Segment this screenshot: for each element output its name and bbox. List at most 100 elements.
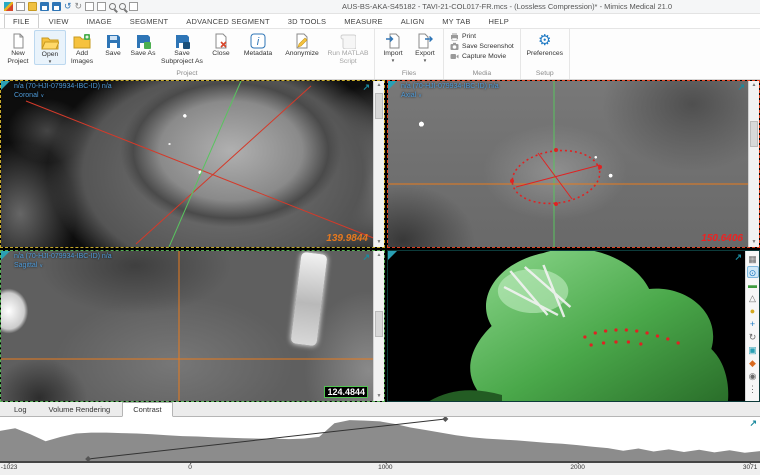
- export-dropdown-icon[interactable]: ▼: [423, 58, 427, 63]
- save-button[interactable]: Save: [98, 30, 128, 58]
- tab-measure[interactable]: MEASURE: [336, 15, 391, 28]
- add-images-label: Add Images: [70, 50, 94, 65]
- open-dropdown-icon[interactable]: ▼: [48, 59, 52, 64]
- ribbon-group-label-project: Project: [176, 70, 198, 77]
- zoom-in-icon[interactable]: [109, 3, 117, 10]
- quick-access-toolbar: ↺ ↻: [4, 2, 139, 11]
- viewport-fold-icon[interactable]: [1, 251, 10, 260]
- point-marker-icon[interactable]: ◆: [747, 357, 759, 369]
- coronal-orientation-select[interactable]: Coronal ∨: [14, 92, 112, 101]
- metadata-button[interactable]: i Metadata: [236, 30, 280, 58]
- cube-view-icon[interactable]: ▣: [747, 344, 759, 356]
- axial-orientation-select[interactable]: Axial ∨: [401, 92, 499, 101]
- add-images-button[interactable]: Add Images: [66, 30, 98, 65]
- contrast-axis: -1023 0 1000 2000 3071: [0, 461, 760, 475]
- axial-scroll-thumb[interactable]: [750, 121, 758, 147]
- tab-volume-rendering[interactable]: Volume Rendering: [39, 403, 121, 416]
- rotate-icon[interactable]: ↻: [747, 331, 759, 343]
- run-matlab-script-button[interactable]: Run MATLAB Script: [324, 30, 372, 65]
- coronal-scroll-thumb[interactable]: [375, 93, 383, 119]
- anonymize-button[interactable]: Anonymize: [280, 30, 324, 58]
- scroll-up-icon[interactable]: ▲: [374, 81, 384, 90]
- preferences-button[interactable]: ⚙ Preferences: [523, 30, 567, 58]
- sagittal-scroll-thumb[interactable]: [375, 311, 383, 337]
- export-button[interactable]: Export ▼: [409, 30, 441, 63]
- coronal-scrollbar[interactable]: ▲ ▼: [373, 81, 384, 247]
- tab-view[interactable]: VIEW: [41, 15, 77, 28]
- new-document-icon[interactable]: [16, 2, 25, 11]
- axial-expand-icon[interactable]: ↗: [737, 83, 745, 92]
- axis-tick: 2000: [570, 461, 585, 471]
- scroll-up-icon[interactable]: ▲: [749, 81, 759, 90]
- 3d-expand-icon[interactable]: ↗: [734, 253, 742, 262]
- viewport-fold-icon[interactable]: [388, 251, 397, 260]
- tab-advanced-segment[interactable]: ADVANCED SEGMENT: [178, 15, 278, 28]
- open-folder-icon[interactable]: [28, 2, 37, 11]
- zoom-out-icon[interactable]: [119, 3, 127, 10]
- save-screenshot-icon: [450, 42, 459, 51]
- close-button[interactable]: Close: [206, 30, 236, 58]
- tab-3d-tools[interactable]: 3D TOOLS: [280, 15, 334, 28]
- import-button[interactable]: Import ▼: [377, 30, 409, 63]
- sagittal-orientation-select[interactable]: Sagittal ∨: [14, 262, 112, 271]
- visibility-icon[interactable]: ◉: [747, 370, 759, 382]
- viewport-sagittal[interactable]: n/a (70-HJI-079934-IBC-ID) n/a Sagittal …: [0, 250, 385, 402]
- layout-grid-icon[interactable]: ▦: [747, 253, 759, 265]
- paste-icon[interactable]: [97, 2, 107, 11]
- save-as-button[interactable]: Save As: [128, 30, 158, 58]
- tab-segment[interactable]: SEGMENT: [122, 15, 177, 28]
- sphere-marker-icon[interactable]: ●: [747, 305, 759, 317]
- scroll-down-icon[interactable]: ▼: [374, 238, 384, 247]
- coronal-expand-icon[interactable]: ↗: [362, 83, 370, 92]
- ribbon-group-label-setup: Setup: [535, 70, 554, 77]
- viewport-fold-icon[interactable]: [1, 81, 10, 90]
- tab-align[interactable]: ALIGN: [393, 15, 433, 28]
- tab-help[interactable]: HELP: [481, 15, 517, 28]
- viewport-fold-icon[interactable]: [388, 81, 397, 90]
- viewport-3d[interactable]: ↗ ▦ ⊙ ▬ △ ● + ↻ ▣ ◆ ◉ ⋮: [387, 250, 760, 402]
- scroll-down-icon[interactable]: ▼: [374, 392, 384, 401]
- save-icon[interactable]: [40, 2, 49, 11]
- copy-icon[interactable]: [85, 2, 95, 11]
- metadata-label: Metadata: [243, 50, 273, 57]
- contrast-handle-high[interactable]: [442, 417, 449, 422]
- sagittal-header: n/a (70-HJI-079934-IBC-ID) n/a Sagittal …: [14, 253, 112, 270]
- mesh-triangle-icon[interactable]: △: [747, 292, 759, 304]
- redo-icon[interactable]: ↻: [75, 2, 83, 11]
- viewport-axial[interactable]: n/a (70-HJI-079934-IBC-ID) n/a Axial ∨ 1…: [387, 80, 760, 248]
- zoom-icon[interactable]: ⊙: [746, 266, 759, 278]
- axial-scrollbar[interactable]: ▲ ▼: [748, 81, 759, 247]
- tab-log[interactable]: Log: [4, 403, 37, 416]
- undo-icon[interactable]: ↺: [64, 2, 72, 11]
- contrast-panel[interactable]: ↗: [0, 417, 760, 461]
- run-matlab-script-label: Run MATLAB Script: [327, 50, 369, 65]
- coronal-header: n/a (70-HJI-079934-IBC-ID) n/a Coronal ∨: [14, 83, 112, 100]
- save-all-icon[interactable]: [52, 2, 61, 11]
- new-project-button[interactable]: New Project: [2, 30, 34, 65]
- clip-plane-icon[interactable]: ▬: [747, 279, 759, 291]
- more-icon[interactable]: ⋮: [747, 383, 759, 395]
- scroll-down-icon[interactable]: ▼: [749, 238, 759, 247]
- capture-movie-button[interactable]: Capture Movie: [450, 52, 506, 61]
- print-button[interactable]: Print: [450, 32, 476, 41]
- sagittal-expand-icon[interactable]: ↗: [362, 253, 370, 262]
- save-subproject-as-icon: [175, 32, 190, 50]
- pan-icon[interactable]: +: [747, 318, 759, 330]
- save-screenshot-label: Save Screenshot: [462, 43, 514, 50]
- save-subproject-as-button[interactable]: Save Subproject As: [158, 30, 206, 65]
- contrast-expand-icon[interactable]: ↗: [749, 419, 757, 428]
- new-project-label: New Project: [7, 50, 29, 65]
- tab-my-tab[interactable]: MY TAB: [434, 15, 478, 28]
- mimics-window: ↺ ↻ AUS-BS-AKA-S45182 - TAVI-21-COL017-F…: [0, 0, 760, 475]
- import-dropdown-icon[interactable]: ▼: [391, 58, 395, 63]
- sagittal-scrollbar[interactable]: ▲ ▼: [373, 251, 384, 401]
- tab-file[interactable]: FILE: [4, 14, 39, 28]
- 3d-model-render[interactable]: [388, 251, 759, 401]
- open-button[interactable]: Open ▼: [34, 30, 66, 65]
- tab-contrast[interactable]: Contrast: [122, 402, 173, 417]
- scroll-up-icon[interactable]: ▲: [374, 251, 384, 260]
- tab-image[interactable]: IMAGE: [79, 15, 120, 28]
- save-screenshot-button[interactable]: Save Screenshot: [450, 42, 514, 51]
- fit-screen-icon[interactable]: [129, 2, 139, 11]
- viewport-coronal[interactable]: n/a (70-HJI-079934-IBC-ID) n/a Coronal ∨…: [0, 80, 385, 248]
